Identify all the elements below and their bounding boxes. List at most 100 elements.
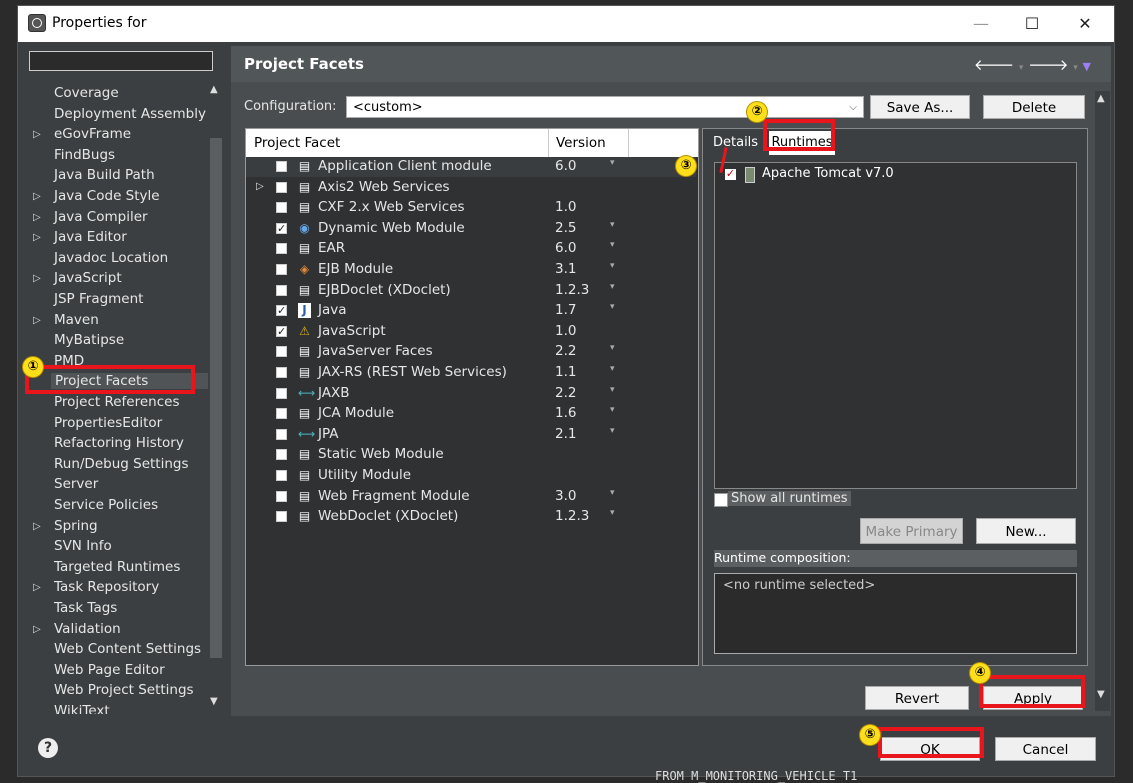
scroll-down-icon[interactable]: ▼ xyxy=(210,696,218,707)
facet-version[interactable]: 1.0 xyxy=(555,199,576,215)
back-arrow-icon[interactable]: 🡐 xyxy=(974,56,1014,74)
tab-details[interactable]: Details xyxy=(713,135,758,150)
expand-arrow-icon[interactable]: ▷ xyxy=(33,624,41,635)
show-all-label[interactable]: Show all runtimes xyxy=(728,491,851,506)
facet-checkbox[interactable] xyxy=(276,511,287,523)
tree-item-svn-info[interactable]: SVN Info xyxy=(54,538,112,554)
view-menu-icon[interactable]: ▼ xyxy=(1083,60,1091,73)
tree-item-java-code-style[interactable]: Java Code Style xyxy=(54,188,160,204)
facet-checkbox[interactable] xyxy=(276,243,287,255)
close-button[interactable]: ✕ xyxy=(1070,12,1100,36)
tree-item-egovframe[interactable]: eGovFrame xyxy=(54,126,131,142)
nav-arrows[interactable]: 🡐 ▾ 🡒 ▾ ▼ xyxy=(974,55,1091,74)
help-icon[interactable]: ? xyxy=(38,738,58,758)
version-dropdown-icon[interactable]: ▾ xyxy=(610,488,615,498)
back-dropdown-icon[interactable]: ▾ xyxy=(1019,63,1024,73)
facet-version[interactable]: 3.1 xyxy=(555,261,576,277)
tree-item-findbugs[interactable]: FindBugs xyxy=(54,147,115,163)
tree-item-validation[interactable]: Validation xyxy=(54,621,121,637)
delete-button[interactable]: Delete xyxy=(983,95,1085,119)
scroll-up-icon[interactable]: ▲ xyxy=(1097,93,1105,104)
revert-button[interactable]: Revert xyxy=(865,686,969,710)
tree-item-java-compiler[interactable]: Java Compiler xyxy=(54,209,148,225)
expand-arrow-icon[interactable]: ▷ xyxy=(33,521,41,532)
facet-row[interactable]: ⟷ JPA 2.1 ▾ xyxy=(246,425,696,445)
facet-version[interactable]: 1.6 xyxy=(555,405,576,421)
facet-version[interactable]: 1.2.3 xyxy=(555,282,589,298)
facet-row[interactable]: ▤ EJBDoclet (XDoclet) 1.2.3 ▾ xyxy=(246,281,696,301)
scroll-up-icon[interactable]: ▲ xyxy=(210,84,218,95)
facet-checkbox[interactable] xyxy=(276,284,287,296)
facet-checkbox[interactable] xyxy=(276,202,287,214)
version-dropdown-icon[interactable]: ▾ xyxy=(610,405,615,415)
facet-checkbox[interactable] xyxy=(276,346,287,358)
expand-arrow-icon[interactable]: ▷ xyxy=(33,273,41,284)
tree-item-wikitext[interactable]: WikiText xyxy=(54,703,110,714)
facet-row[interactable]: ▤ CXF 2.x Web Services 1.0 xyxy=(246,198,696,218)
facet-checkbox[interactable] xyxy=(276,264,287,275)
facet-version[interactable]: 2.2 xyxy=(555,385,576,401)
tree-item-service-policies[interactable]: Service Policies xyxy=(54,497,158,513)
facet-row[interactable]: ▤ Application Client module 6.0 ▾ xyxy=(246,157,696,177)
facet-row[interactable]: ▷ ▤ Axis2 Web Services xyxy=(246,178,696,198)
runtime-checkbox[interactable]: ✓ xyxy=(725,168,736,180)
version-dropdown-icon[interactable]: ▾ xyxy=(610,364,615,374)
tree-item-propertieseditor[interactable]: PropertiesEditor xyxy=(54,415,162,431)
facet-row[interactable]: ✓ J Java 1.7 ▾ xyxy=(246,301,696,321)
expand-arrow-icon[interactable]: ▷ xyxy=(256,181,264,192)
facet-version[interactable]: 2.1 xyxy=(555,426,576,442)
tree-item-maven[interactable]: Maven xyxy=(54,312,99,328)
tree-item-project-references[interactable]: Project References xyxy=(54,394,180,410)
tree-item-jsp-fragment[interactable]: JSP Fragment xyxy=(54,291,143,307)
facet-checkbox[interactable]: ✓ xyxy=(276,325,287,337)
expand-arrow-icon[interactable]: ▷ xyxy=(33,582,41,593)
expand-arrow-icon[interactable]: ▷ xyxy=(33,315,41,326)
tree-item-web-page-editor[interactable]: Web Page Editor xyxy=(54,662,165,678)
facet-version[interactable]: 3.0 xyxy=(555,488,576,504)
tree-item-web-content-settings[interactable]: Web Content Settings xyxy=(54,641,201,657)
expand-arrow-icon[interactable]: ▷ xyxy=(33,129,41,140)
facet-version[interactable]: 1.7 xyxy=(555,302,576,318)
tree-item-java-editor[interactable]: Java Editor xyxy=(54,229,127,245)
facet-checkbox[interactable] xyxy=(276,387,287,399)
facet-row[interactable]: ✓ ◉ Dynamic Web Module 2.5 ▾ xyxy=(246,219,696,239)
facet-row[interactable]: ✓ ⚠ JavaScript 1.0 xyxy=(246,322,696,342)
facet-checkbox[interactable] xyxy=(276,470,287,481)
forward-arrow-icon[interactable]: 🡒 xyxy=(1028,56,1068,74)
make-primary-button[interactable]: Make Primary xyxy=(860,518,963,544)
maximize-button[interactable]: ☐ xyxy=(1017,12,1047,36)
facet-row[interactable]: ▤ JCA Module 1.6 ▾ xyxy=(246,404,696,424)
facet-checkbox[interactable] xyxy=(276,490,287,502)
facet-checkbox[interactable] xyxy=(276,449,287,461)
facet-checkbox[interactable]: ✓ xyxy=(276,305,287,317)
version-dropdown-icon[interactable]: ▾ xyxy=(610,343,615,353)
expand-arrow-icon[interactable]: ▷ xyxy=(33,232,41,243)
version-dropdown-icon[interactable]: ▾ xyxy=(610,220,615,230)
col-facet-header[interactable]: Project Facet xyxy=(254,135,340,151)
facet-version[interactable]: 1.0 xyxy=(555,323,576,339)
facet-row[interactable]: ▤ Utility Module xyxy=(246,466,696,486)
col-version-header[interactable]: Version xyxy=(556,135,606,151)
tree-item-java-build-path[interactable]: Java Build Path xyxy=(54,167,155,183)
tree-item-targeted-runtimes[interactable]: Targeted Runtimes xyxy=(54,559,180,575)
tree-item-javadoc-location[interactable]: Javadoc Location xyxy=(54,250,168,266)
tree-item-run-debug-settings[interactable]: Run/Debug Settings xyxy=(54,456,189,472)
page-scrollbar[interactable]: ▲ ▼ xyxy=(1095,91,1110,711)
version-dropdown-icon[interactable]: ▾ xyxy=(610,385,615,395)
cancel-button[interactable]: Cancel xyxy=(995,737,1096,761)
version-dropdown-icon[interactable]: ▾ xyxy=(610,261,615,271)
minimize-button[interactable]: — xyxy=(966,12,996,36)
version-dropdown-icon[interactable]: ▾ xyxy=(610,240,615,250)
facet-checkbox[interactable] xyxy=(276,181,287,193)
tree-item-spring[interactable]: Spring xyxy=(54,518,98,534)
facet-version[interactable]: 6.0 xyxy=(555,158,576,174)
version-dropdown-icon[interactable]: ▾ xyxy=(610,508,615,518)
version-dropdown-icon[interactable]: ▾ xyxy=(610,302,615,312)
facet-row[interactable]: ▤ JAX-RS (REST Web Services) 1.1 ▾ xyxy=(246,363,696,383)
configuration-combo[interactable]: <custom> ⌵ xyxy=(346,96,864,118)
expand-arrow-icon[interactable]: ▷ xyxy=(33,212,41,223)
facet-checkbox[interactable] xyxy=(276,367,287,378)
facet-version[interactable]: 6.0 xyxy=(555,240,576,256)
facet-checkbox[interactable] xyxy=(276,408,287,420)
facet-row[interactable]: ▤ JavaServer Faces 2.2 ▾ xyxy=(246,342,696,362)
